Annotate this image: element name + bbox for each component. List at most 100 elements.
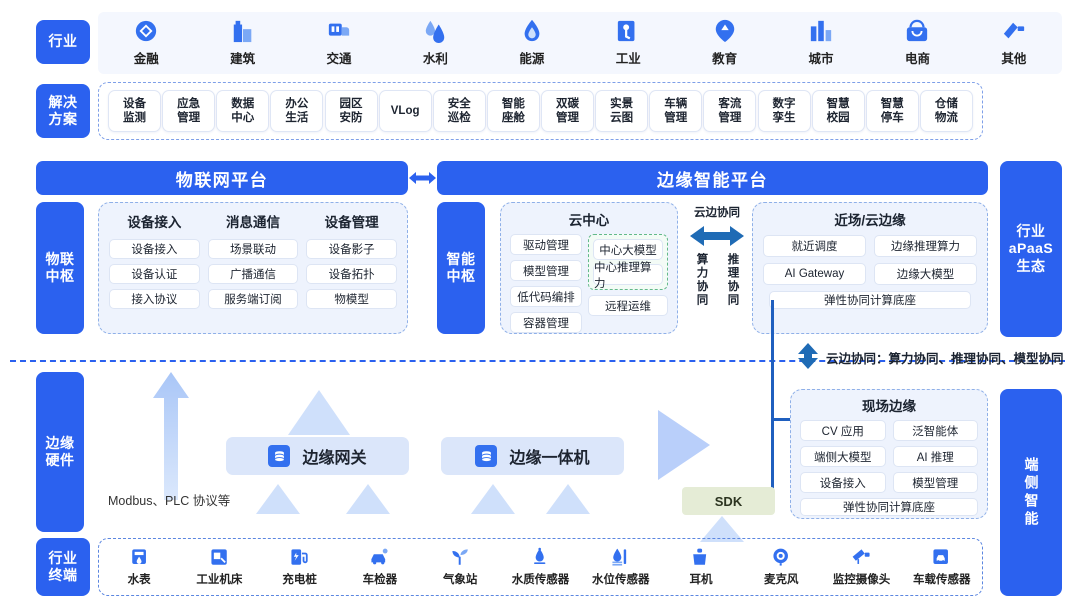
field-edge-title: 现场边缘 [862, 399, 916, 414]
field-edge-cell-1-1[interactable]: AI 推理 [892, 446, 978, 467]
industry-item-4[interactable]: 能源 [484, 19, 580, 67]
iot-hub-cell-0-2[interactable]: 接入协议 [109, 289, 200, 309]
cloud-center-left-cell-1[interactable]: 模型管理 [510, 260, 582, 281]
near-field-cell-1-0[interactable]: AI Gateway [763, 263, 866, 285]
solution-chip-10[interactable]: 车辆 管理 [649, 90, 703, 132]
cloud-center-highlight-box: 中心大模型 中心推理算力 [588, 234, 668, 290]
terminal-item-1[interactable]: 工业机床 [179, 547, 259, 587]
cloud-center-highlight-cell-0[interactable]: 中心大模型 [593, 239, 663, 260]
industry-item-3[interactable]: 水利 [387, 19, 483, 67]
water-level-sensor-icon [612, 548, 627, 566]
solution-chip-9[interactable]: 实景 云图 [595, 90, 649, 132]
industry-icon [618, 20, 635, 42]
industry-item-8[interactable]: 电商 [869, 19, 965, 67]
city-icon [810, 20, 832, 42]
solution-chip-15[interactable]: 仓储 物流 [919, 90, 973, 132]
field-edge-cell-2-1[interactable]: 模型管理 [892, 472, 978, 493]
cloud-center-left-cell-0[interactable]: 驱动管理 [510, 234, 582, 255]
solution-chip-3[interactable]: 办公 生活 [270, 90, 324, 132]
near-field-edge-group: 近场/云边缘 就近调度 边缘推理算力 AI Gateway 边缘大模型 弹性协同计算底座 [752, 202, 988, 334]
terminal-item-7[interactable]: 耳机 [661, 547, 741, 587]
side-label-iot-hub-text: 物联 中枢 [45, 250, 75, 284]
industry-item-label: 城市 [808, 52, 834, 66]
cloud-center-left-cell-3[interactable]: 容器管理 [510, 312, 582, 333]
solution-chip-4[interactable]: 园区 安防 [324, 90, 378, 132]
solution-chip-2[interactable]: 数据 中心 [216, 90, 270, 132]
terminal-item-0[interactable]: 水表 [99, 547, 179, 587]
protocol-note: Modbus、PLC 协议等 [108, 494, 231, 508]
industry-item-0[interactable]: 金融 [98, 19, 194, 67]
edge-all-in-one-box[interactable]: 边缘一体机 [441, 437, 624, 475]
field-edge-group: 现场边缘 CV 应用 泛智能体 端侧大模型 AI 推理 设备接入 模型管理弹性协同计算底座 [790, 389, 988, 519]
iot-hub-cell-1-1[interactable]: 广播通信 [207, 264, 299, 284]
industry-item-label: 交通 [326, 52, 352, 66]
terminal-item-4[interactable]: 气象站 [420, 547, 500, 587]
field-edge-full-cell[interactable]: 弹性协同计算底座 [800, 498, 978, 516]
solution-chip-12[interactable]: 数字 孪生 [757, 90, 811, 132]
field-edge-cell-1-0[interactable]: 端侧大模型 [800, 446, 886, 467]
terminal-item-6[interactable]: 水位传感器 [581, 547, 661, 587]
side-label-industry-terminal: 行业 终端 [36, 538, 90, 596]
industry-item-6[interactable]: 教育 [676, 19, 772, 67]
platform-link-arrow-icon [409, 172, 436, 184]
cloud-center-left-cell-2[interactable]: 低代码编排 [510, 286, 582, 307]
terminal-item-2[interactable]: 充电桩 [260, 547, 340, 587]
field-edge-cell-0-0[interactable]: CV 应用 [800, 420, 886, 441]
cloud-center-highlight-cell-1[interactable]: 中心推理算力 [593, 262, 663, 290]
side-label-industry-terminal-text: 行业 终端 [48, 549, 78, 583]
solution-row: 设备 监测 应急 管理 数据 中心 办公 生活 园区 安防 VLog 安全 巡检 智能 座舱 双碳 管理 实景 云图… [98, 82, 983, 140]
terminal-item-9[interactable]: 监控摄像头 [821, 547, 901, 587]
iot-hub-cell-2-2[interactable]: 物模型 [306, 289, 398, 309]
terminal-item-label: 水表 [127, 574, 151, 586]
iot-hub-cell-0-0[interactable]: 设备接入 [109, 239, 200, 259]
industry-item-7[interactable]: 城市 [773, 19, 869, 67]
terminal-item-10[interactable]: 车载传感器 [902, 547, 982, 587]
headphone-icon [693, 548, 707, 565]
edge-gateway-box[interactable]: 边缘网关 [226, 437, 409, 475]
industry-item-9[interactable]: 其他 [966, 19, 1062, 67]
other-icon [1003, 22, 1025, 39]
sdk-box[interactable]: SDK [682, 487, 775, 515]
cloud-center-left-column: 驱动管理模型管理低代码编排容器管理 [510, 234, 582, 333]
terminal-item-3[interactable]: 车检器 [340, 547, 420, 587]
terminal-row: 水表 工业机床 充电桩 车检器 气象站 水质传感器 水位传感器 耳机 麦克风 监控摄像头 车载传感器 [98, 538, 983, 596]
iot-hub-cell-2-1[interactable]: 设备拓扑 [306, 264, 398, 284]
architecture-diagram: 行业 解决 方案 物联 中枢 智能 中枢 边缘 硬件 行业 终端 行业 aPaaS 生态 端侧… [0, 0, 1080, 607]
platform-bar-edge[interactable]: 边缘智能平台 [437, 161, 988, 195]
iot-hub-cell-1-0[interactable]: 场景联动 [207, 239, 299, 259]
near-field-cell-0-0[interactable]: 就近调度 [763, 235, 866, 257]
platform-bar-iot[interactable]: 物联网平台 [36, 161, 408, 195]
terminal-item-5[interactable]: 水质传感器 [500, 547, 580, 587]
solution-chip-13[interactable]: 智慧 校园 [811, 90, 865, 132]
solution-chip-8[interactable]: 双碳 管理 [541, 90, 594, 132]
industry-item-label: 工业 [615, 52, 641, 66]
near-field-cell-1-1[interactable]: 边缘大模型 [874, 263, 977, 285]
cloud-center-right-column: 中心大模型 中心推理算力 远程运维 [588, 234, 668, 333]
industry-item-1[interactable]: 建筑 [194, 19, 290, 67]
upward-arrow-icon [346, 484, 390, 514]
field-edge-cell-2-0[interactable]: 设备接入 [800, 472, 886, 493]
solution-chip-5[interactable]: VLog [378, 90, 432, 132]
iot-hub-cell-2-0[interactable]: 设备影子 [306, 239, 398, 259]
iot-hub-cell-1-2[interactable]: 服务端订阅 [207, 289, 299, 309]
field-edge-cell-0-1[interactable]: 泛智能体 [892, 420, 978, 441]
cloud-center-right-cell-0[interactable]: 远程运维 [588, 295, 668, 316]
sdk-label: SDK [714, 493, 743, 509]
solution-chip-6[interactable]: 安全 巡检 [432, 90, 486, 132]
near-field-cell-0-1[interactable]: 边缘推理算力 [874, 235, 977, 257]
solution-chip-1[interactable]: 应急 管理 [162, 90, 216, 132]
industry-item-label: 能源 [519, 52, 545, 66]
industry-item-2[interactable]: 交通 [291, 19, 387, 67]
terminal-item-8[interactable]: 麦克风 [741, 547, 821, 587]
solution-chip-14[interactable]: 智慧 停车 [865, 90, 919, 132]
solution-chip-0[interactable]: 设备 监测 [108, 90, 161, 132]
upward-arrow-large-icon [153, 372, 189, 500]
near-field-full-cell[interactable]: 弹性协同计算底座 [769, 291, 971, 309]
solution-chip-11[interactable]: 客流 管理 [703, 90, 757, 132]
side-label-ai-hub-text: 智能 中枢 [446, 250, 476, 284]
industry-item-5[interactable]: 工业 [580, 19, 676, 67]
industry-row: 金融 建筑 交通 水利 能源 工业 教育 城市 电商 其他 [98, 12, 1062, 74]
solution-chip-7[interactable]: 智能 座舱 [486, 90, 540, 132]
iot-hub-cell-0-1[interactable]: 设备认证 [109, 264, 200, 284]
upward-arrow-icon [288, 390, 350, 435]
